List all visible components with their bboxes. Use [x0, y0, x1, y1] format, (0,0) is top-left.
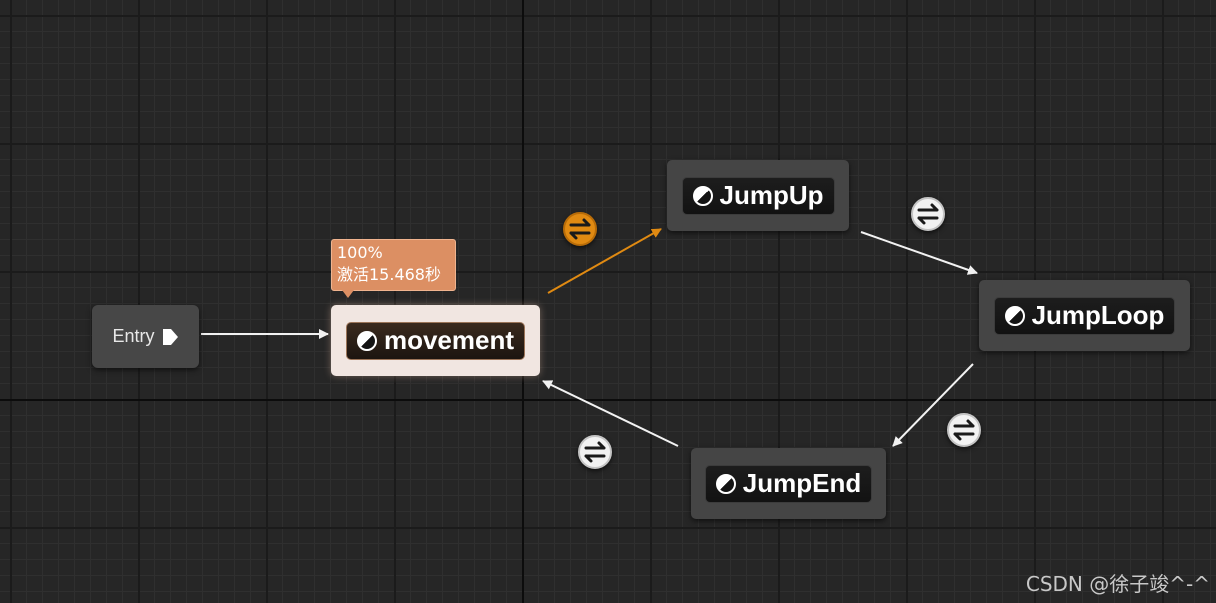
transition-arrows-icon — [584, 441, 606, 463]
exec-pin-icon[interactable] — [161, 328, 179, 346]
state-node-jumploop[interactable]: JumpLoop — [979, 280, 1190, 351]
state-node-jumpup[interactable]: JumpUp — [667, 160, 849, 231]
state-node-jumpend[interactable]: JumpEnd — [691, 448, 886, 519]
transition-arrows-icon — [917, 203, 939, 225]
state-node-movement[interactable]: movement — [331, 305, 540, 376]
state-node-jumpup-title: JumpUp — [681, 176, 835, 215]
state-machine-icon — [356, 330, 377, 351]
state-node-movement-title: movement — [345, 321, 526, 360]
transition-arrows-icon — [569, 218, 591, 240]
tooltip-tail — [342, 290, 354, 298]
state-machine-icon — [692, 185, 713, 206]
state-machine-icon — [715, 473, 736, 494]
state-node-jumploop-title: JumpLoop — [993, 296, 1176, 335]
tooltip-weight: 100% — [337, 243, 383, 262]
state-label-jumpup: JumpUp — [719, 180, 824, 210]
entry-node[interactable]: Entry — [92, 305, 199, 368]
entry-label: Entry — [112, 326, 155, 346]
state-machine-icon — [1004, 305, 1025, 326]
transition-rule-jumpup-to-jumploop[interactable] — [911, 197, 945, 231]
transition-rule-jumploop-to-jumpend[interactable] — [947, 413, 981, 447]
state-label-movement: movement — [383, 325, 515, 355]
state-label-jumpend: JumpEnd — [742, 468, 862, 498]
transition-rule-movement-to-jumpup[interactable] — [563, 212, 597, 246]
watermark: CSDN @徐子竣^-^ — [1025, 572, 1210, 596]
transition-arrows-icon — [953, 419, 975, 441]
state-label-jumploop: JumpLoop — [1031, 300, 1165, 330]
link-jumpend-to-movement — [542, 380, 679, 447]
transition-rule-jumpend-to-movement[interactable] — [578, 435, 612, 469]
active-state-tooltip: 100% 激活15.468秒 — [331, 239, 456, 291]
link-jumpup-to-jumploop — [860, 231, 978, 275]
tooltip-activation-time: 激活15.468秒 — [337, 265, 441, 284]
state-node-jumpend-title: JumpEnd — [704, 464, 873, 503]
